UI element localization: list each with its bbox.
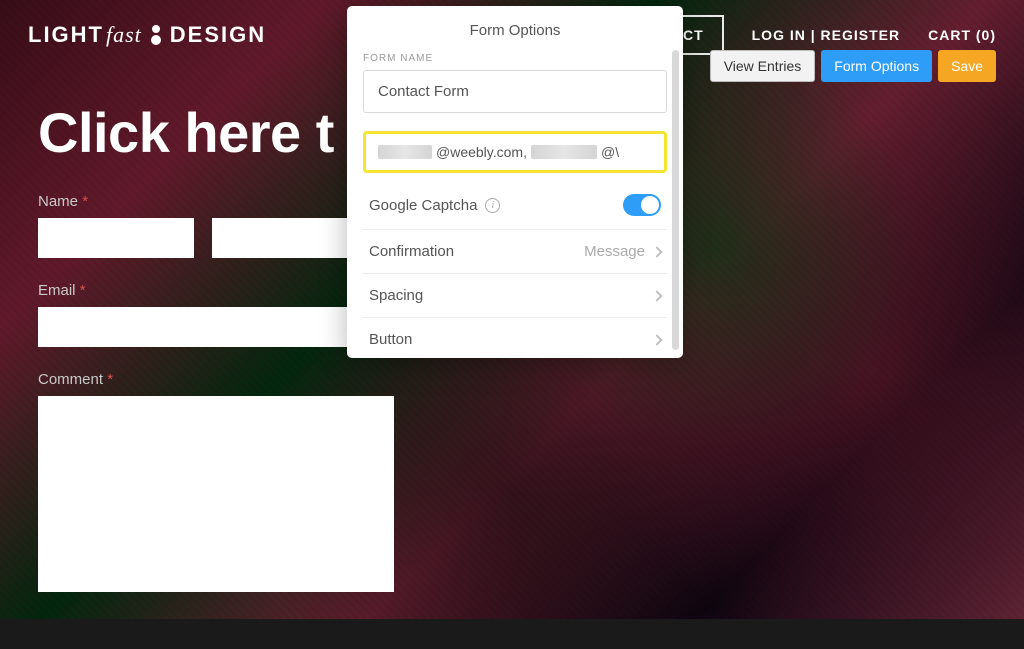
redacted-text [378,145,432,159]
popover-arrow-icon [505,357,525,358]
popover-title: Form Options [347,6,683,53]
form-options-button[interactable]: Form Options [821,50,932,82]
last-name-input[interactable] [212,218,368,258]
comment-label-text: Comment [38,371,103,388]
confirmation-label: Confirmation [369,243,454,260]
email-input[interactable] [38,307,394,347]
comment-label: Comment * [38,371,986,388]
email-tail-text: @\ [601,144,619,160]
captcha-label: Google Captcha [369,197,477,214]
button-label: Button [369,331,412,348]
name-label-text: Name [38,193,78,210]
login-register-link[interactable]: LOG IN | REGISTER [752,27,900,43]
cart-link[interactable]: CART (0) [928,27,996,43]
form-options-popover: Form Options FORM NAME @weebly.com, @\ G… [347,6,683,358]
form-name-input[interactable] [363,70,667,113]
form-name-label: FORM NAME [363,53,667,64]
google-captcha-row[interactable]: Google Captcha i [363,181,667,230]
brand-logo[interactable]: LIGHTfast DESIGN [28,22,266,48]
chevron-right-icon [651,334,662,345]
info-icon[interactable]: i [485,198,500,213]
options-list: Google Captcha i Confirmation Message Sp… [363,181,667,358]
chevron-right-icon [651,290,662,301]
editor-toolbar: View Entries Form Options Save [710,50,996,82]
hourglass-icon [146,25,166,45]
save-button[interactable]: Save [938,50,996,82]
email-label-text: Email [38,282,76,299]
email-domain-text: @weebly.com, [436,144,527,160]
spacing-label: Spacing [369,287,423,304]
confirmation-row[interactable]: Confirmation Message [363,230,667,274]
required-mark: * [82,193,88,210]
nav-right: ACT LOG IN | REGISTER CART (0) [652,15,996,55]
brand-text-light: LIGHT [28,22,104,48]
brand-text-design: DESIGN [170,22,266,48]
chevron-right-icon [651,246,662,257]
spacing-row[interactable]: Spacing [363,274,667,318]
view-entries-button[interactable]: View Entries [710,50,816,82]
redacted-text [531,145,597,159]
required-mark: * [107,371,113,388]
comment-textarea[interactable] [38,396,394,592]
required-mark: * [80,282,86,299]
comment-field: Comment * [38,371,986,597]
first-name-input[interactable] [38,218,194,258]
captcha-toggle[interactable] [623,194,661,216]
confirmation-value: Message [584,243,645,260]
notification-email-field[interactable]: @weebly.com, @\ [363,131,667,173]
popover-scrollbar[interactable] [672,50,679,350]
brand-text-fast: fast [106,22,142,48]
button-row[interactable]: Button [363,318,667,358]
